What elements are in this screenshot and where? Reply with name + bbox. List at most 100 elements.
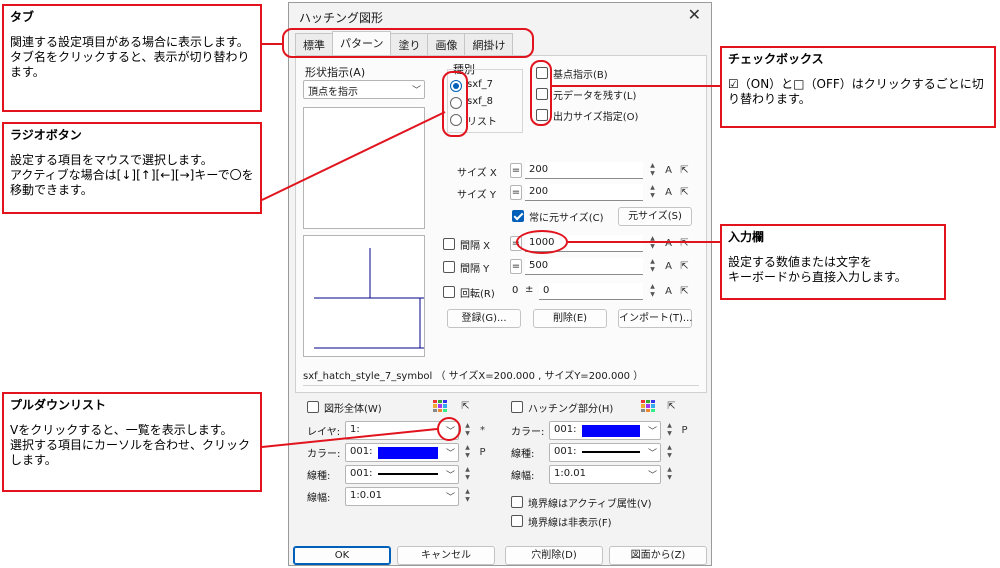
hatch-linewidth-dropdown[interactable]: 1:0.01 ﹀ <box>549 465 661 484</box>
check-rotate[interactable] <box>443 286 455 298</box>
radio-sxf8-label: sxf_8 <box>467 96 494 107</box>
color-label: カラー: <box>307 449 341 460</box>
check-output-size-label: 出力サイズ指定(O) <box>553 112 639 123</box>
callout-radio-body: 設定する項目をマウスで選択します。 アクティブな場合は[↓][↑][←][→]キ… <box>10 153 254 197</box>
size-y-input[interactable]: 200 <box>525 184 643 201</box>
linewidth-dropdown[interactable]: 1:0.01 ﹀ <box>345 487 459 506</box>
linewidth-chevron-down-icon[interactable]: ﹀ <box>446 490 455 503</box>
size-y-a-button[interactable]: A <box>662 184 675 201</box>
interval-x-pointer-icon[interactable]: ⇱ <box>678 235 691 252</box>
linetype-dropdown[interactable]: 001: ﹀ <box>345 465 459 484</box>
divider <box>303 385 699 386</box>
rotate-pointer-icon[interactable]: ⇱ <box>678 283 691 300</box>
color-dropdown[interactable]: 001: ﹀ <box>345 443 459 462</box>
check-border-active[interactable] <box>511 496 523 508</box>
hatch-color-p-button[interactable]: P <box>678 422 691 439</box>
delete-button[interactable]: 削除(E) <box>533 309 607 328</box>
check-interval-y[interactable] <box>443 261 455 273</box>
size-y-label: サイズ Y <box>457 190 496 201</box>
color-p-button[interactable]: P <box>476 444 489 461</box>
interval-x-spinner[interactable]: ▲ ▼ <box>647 235 658 252</box>
linetype-label: 線種: <box>307 471 331 482</box>
import-button[interactable]: インポート(T)... <box>618 309 692 328</box>
callout-pulldown-body: Vをクリックすると、一覧を表示します。 選択する項目にカーソルを合わせ、クリック… <box>10 423 251 467</box>
interval-y-pointer-icon[interactable]: ⇱ <box>678 258 691 275</box>
radio-highlight <box>442 71 468 137</box>
rotate-a-button[interactable]: A <box>662 283 675 300</box>
callout-input-body: 設定する数値または文字を キーボードから直接入力します。 <box>728 255 907 284</box>
border-hidden-label: 境界線は非表示(F) <box>528 518 612 529</box>
radio-list-label: リスト <box>467 117 497 128</box>
size-y-spinner[interactable]: ▲ ▼ <box>647 184 658 201</box>
check-border-hidden[interactable] <box>511 515 523 527</box>
callout-checkbox-body: ☑（ON）と□（OFF）はクリックするごとに切り替わります。 <box>728 77 984 106</box>
register-button[interactable]: 登録(G)... <box>447 309 521 328</box>
callout-input: 入力欄 設定する数値または文字を キーボードから直接入力します。 <box>720 224 946 300</box>
hatch-linetype-dropdown[interactable]: 001: ﹀ <box>549 443 661 462</box>
linetype-spinner[interactable]: ▲ ▼ <box>462 466 473 483</box>
status-text: sxf_hatch_style_7_symbol （ サイズX=200.000 … <box>303 371 644 382</box>
layer-spinner[interactable]: ▲ ▼ <box>462 422 473 439</box>
interval-y-spinner[interactable]: ▲ ▼ <box>647 258 658 275</box>
shape-dropdown[interactable]: 頂点を指示 ﹀ <box>303 80 425 99</box>
color-spinner[interactable]: ▲ ▼ <box>462 444 473 461</box>
whole-pointer-icon[interactable]: ⇱ <box>459 398 472 415</box>
chevron-down-icon[interactable]: ﹀ <box>412 83 421 96</box>
size-x-input[interactable]: 200 <box>525 162 643 179</box>
pattern-preview-svg <box>314 248 424 349</box>
linetype-value: 001: <box>350 468 373 479</box>
hatch-part-label: ハッチング部分(H) <box>528 404 614 415</box>
size-x-a-button[interactable]: A <box>662 162 675 179</box>
interval-y-a-button[interactable]: A <box>662 258 675 275</box>
color-chevron-down-icon[interactable]: ﹀ <box>446 446 455 459</box>
callout-checkbox: チェックボックス ☑（ON）と□（OFF）はクリックするごとに切り替わります。 <box>720 46 996 128</box>
hatch-linetype-label: 線種: <box>511 449 535 460</box>
hatch-linetype-chevron-down-icon[interactable]: ﹀ <box>648 446 657 459</box>
check-interval-x[interactable] <box>443 238 455 250</box>
close-icon[interactable]: ✕ <box>688 5 701 24</box>
check-always-original[interactable] <box>512 210 524 222</box>
interval-y-input[interactable]: 500 <box>525 258 643 275</box>
hatch-linetype-value: 001: <box>554 446 577 457</box>
callout-radio-title: ラジオボタン <box>10 128 82 142</box>
size-y-pointer-icon[interactable]: ⇱ <box>678 184 691 201</box>
interval-y-eq[interactable]: = <box>510 259 522 274</box>
hatch-linetype-spinner[interactable]: ▲ ▼ <box>664 444 675 461</box>
size-x-eq[interactable]: = <box>510 163 522 178</box>
hatching-dialog: ハッチング図形 ✕ 標準 パターン 塗り 画像 網掛け 形状指示(A) 頂点を指… <box>288 2 712 566</box>
hole-delete-button[interactable]: 穴削除(D) <box>505 546 603 565</box>
hatch-color-spinner[interactable]: ▲ ▼ <box>664 422 675 439</box>
callout-tab-title: タブ <box>10 10 35 24</box>
size-x-pointer-icon[interactable]: ⇱ <box>678 162 691 179</box>
linetype-chevron-down-icon[interactable]: ﹀ <box>446 468 455 481</box>
hatch-linetype-sample <box>582 451 640 453</box>
callout-pulldown-title: プルダウンリスト <box>10 398 107 412</box>
check-hatch-part[interactable] <box>511 401 523 413</box>
size-y-eq[interactable]: = <box>510 185 522 200</box>
original-size-button[interactable]: 元サイズ(S) <box>618 207 692 226</box>
whole-figure-label: 図形全体(W) <box>324 404 382 415</box>
from-drawing-button[interactable]: 図面から(Z) <box>609 546 707 565</box>
shape-label: 形状指示(A) <box>305 66 366 79</box>
size-x-spinner[interactable]: ▲ ▼ <box>647 162 658 179</box>
check-whole-figure[interactable] <box>307 401 319 413</box>
palette-icon[interactable] <box>433 400 447 412</box>
hatch-palette-icon[interactable] <box>641 400 655 412</box>
size-x-label: サイズ X <box>457 168 497 179</box>
hatch-pointer-icon[interactable]: ⇱ <box>665 398 678 415</box>
layer-label: レイヤ: <box>307 427 341 438</box>
hatch-linewidth-chevron-down-icon[interactable]: ﹀ <box>648 468 657 481</box>
pattern-preview-box <box>303 235 425 357</box>
cancel-button[interactable]: キャンセル <box>397 546 495 565</box>
hatch-color-dropdown[interactable]: 001: ﹀ <box>549 421 661 440</box>
layer-star-button[interactable]: * <box>476 422 489 439</box>
interval-x-a-button[interactable]: A <box>662 235 675 252</box>
hatch-color-chevron-down-icon[interactable]: ﹀ <box>648 424 657 437</box>
input-highlight <box>516 230 568 254</box>
rotate-input[interactable]: 0 <box>539 283 643 300</box>
interval-x-label: 間隔 X <box>460 241 491 252</box>
ok-button[interactable]: OK <box>293 546 391 565</box>
rotate-spinner[interactable]: ▲ ▼ <box>647 283 658 300</box>
hatch-linewidth-spinner[interactable]: ▲ ▼ <box>664 466 675 483</box>
linewidth-spinner[interactable]: ▲ ▼ <box>462 488 473 505</box>
